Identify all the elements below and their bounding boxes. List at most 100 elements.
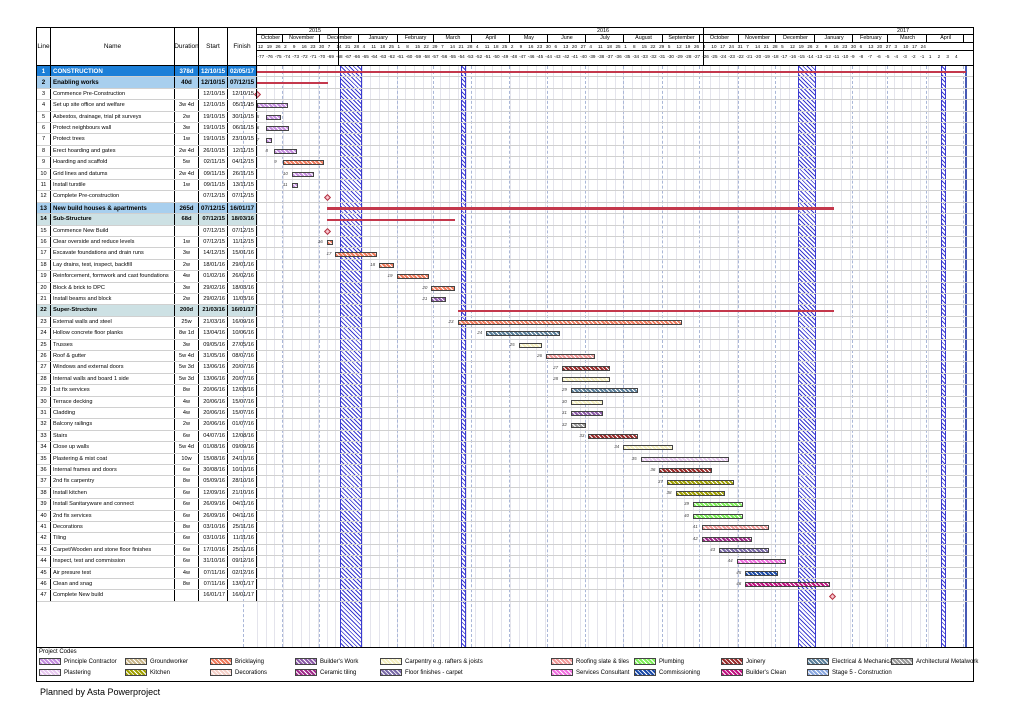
task-row[interactable]: 7 Protect trees 1w 19/10/15 23/10/15 (37, 134, 973, 146)
task-name-cell[interactable]: 2nd fix services (51, 510, 175, 521)
task-row[interactable]: 28 Internal walls and board 1 side 5w 3d 13… (37, 373, 973, 386)
task-name-cell[interactable]: Sub-Structure (51, 214, 175, 225)
task-name-cell[interactable]: Excavate foundations and drain runs (51, 248, 175, 259)
task-row[interactable]: 23 External walls and steel 25w 21/03/16 16/… (37, 316, 973, 329)
task-name-cell[interactable]: Inspect, test and commission (51, 556, 175, 567)
task-row[interactable]: 46 Clean and snag 8w 07/11/16 13/01/17 (37, 579, 973, 591)
col-finish-header[interactable]: Finish (228, 28, 257, 66)
task-row[interactable]: 14 Sub-Structure 68d 07/12/15 18/03/16 (37, 214, 973, 226)
task-row[interactable]: 6 Protect neighbours wall 3w 19/10/15 06/11/… (37, 123, 973, 135)
task-name-cell[interactable]: Install beams and block (51, 294, 175, 305)
task-row[interactable]: 4 Set up site office and welfare 3w 4d 12/1… (37, 100, 973, 112)
task-name-cell[interactable]: Commence Pre-Construction (51, 88, 175, 100)
task-name-cell[interactable]: Commence New Build (51, 225, 175, 236)
task-name-cell[interactable]: Hollow concrete floor planks (51, 328, 175, 339)
task-name-cell[interactable]: Lay drains, test, inspect, backfill (51, 259, 175, 271)
task-row[interactable]: 40 2nd fix services 6w 26/09/16 04/11/16 (37, 510, 973, 522)
task-row[interactable]: 38 Install kitchen 6w 12/09/16 21/10/16 (37, 487, 973, 500)
task-row[interactable]: 31 Cladding 4w 20/06/16 15/07/16 (37, 408, 973, 420)
task-name-cell[interactable]: Erect hoarding and gates (51, 145, 175, 157)
task-row[interactable]: 35 Plastering & mist coat 10w 15/08/16 24/10… (37, 453, 973, 465)
task-name-cell[interactable]: Air presure test (51, 567, 175, 578)
task-name-cell[interactable]: Windows and external doors (51, 362, 175, 373)
task-row[interactable]: 30 Terrace decking 4w 20/06/16 15/07/16 (37, 396, 973, 408)
task-row[interactable]: 19 Reinforcement, formwork and cast found… (37, 271, 973, 283)
task-row[interactable]: 5 Asbestos, drainage, trial pit surveys 2w… (37, 111, 973, 123)
task-name-cell[interactable]: 1st fix services (51, 385, 175, 396)
task-name-cell[interactable]: Install turstile (51, 180, 175, 191)
task-name-cell[interactable]: Reinforcement, formwork and cast foundat… (51, 271, 175, 282)
task-name-cell[interactable]: Hoarding and scaffold (51, 157, 175, 168)
task-name-cell[interactable]: Terrace decking (51, 396, 175, 407)
task-finish-cell: 11/03/16 (228, 294, 257, 305)
task-name-cell[interactable]: Asbestos, drainage, trial pit surveys (51, 111, 175, 122)
task-name-cell[interactable]: Roof & gutter (51, 351, 175, 362)
task-name-cell[interactable]: Set up site office and welfare (51, 100, 175, 111)
task-name-cell[interactable]: Complete Pre-construction (51, 191, 175, 202)
task-name-cell[interactable]: Close up walls (51, 442, 175, 453)
task-name-cell[interactable]: Clear overside and reduce levels (51, 237, 175, 248)
col-name-header[interactable]: Name (51, 28, 175, 66)
task-row[interactable]: 2 Enabling works 40d 12/10/15 07/12/15 (37, 77, 973, 89)
task-row[interactable]: 34 Close up walls 5w 4d 01/08/16 09/09/16 (37, 442, 973, 454)
task-row[interactable]: 26 Roof & gutter 5w 4d 31/05/16 08/07/16 (37, 351, 973, 363)
task-row[interactable]: 37 2nd fix carpentry 8w 05/09/16 28/10/16 (37, 476, 973, 488)
task-row[interactable]: 29 1st fix services 8w 20/06/16 12/08/16 (37, 385, 973, 397)
task-name-cell[interactable]: New build houses & apartments (51, 202, 175, 214)
task-row[interactable]: 12 Complete Pre-construction 07/12/15 07/12… (37, 191, 973, 203)
task-row[interactable]: 1 CONSTRUCTION 378d 12/10/15 02/05/17 (37, 66, 973, 78)
task-row[interactable]: 8 Erect hoarding and gates 2w 4d 26/10/15 12… (37, 145, 973, 158)
task-name-cell[interactable]: Stairs (51, 430, 175, 442)
task-name-cell[interactable]: Install kitchen (51, 487, 175, 499)
task-row[interactable]: 44 Inspect, test and commission 6w 31/10/16… (37, 556, 973, 568)
task-row[interactable]: 43 Carpet/Wooden and stone floor finishes… (37, 544, 973, 557)
task-name-cell[interactable]: Trusses (51, 339, 175, 350)
task-row[interactable]: 15 Commence New Build 07/12/15 07/12/15 (37, 225, 973, 237)
task-name-cell[interactable]: Tiling (51, 533, 175, 544)
task-row[interactable]: 9 Hoarding and scaffold 5w 02/11/15 04/12/15 (37, 157, 973, 169)
task-row[interactable]: 20 Block & brick to DPC 3w 29/02/16 18/03/16 (37, 282, 973, 294)
task-row[interactable]: 16 Clear overside and reduce levels 1w 07/1… (37, 237, 973, 249)
task-row[interactable]: 24 Hollow concrete floor planks 8w 1d 13/04… (37, 328, 973, 340)
task-row[interactable]: 36 Internal frames and doors 6w 30/08/16 10/… (37, 465, 973, 477)
task-row[interactable]: 11 Install turstile 1w 09/11/15 13/11/15 (37, 180, 973, 192)
task-row[interactable]: 3 Commence Pre-Construction 12/10/15 12/10/… (37, 88, 973, 101)
task-name-cell[interactable]: 2nd fix carpentry (51, 476, 175, 487)
col-start-header[interactable]: Start (199, 28, 228, 66)
task-name-cell[interactable]: Decorations (51, 522, 175, 533)
task-name-cell[interactable]: Complete New build (51, 590, 175, 601)
task-row[interactable]: 33 Stairs 6w 04/07/16 12/08/16 (37, 430, 973, 443)
task-row[interactable]: 47 Complete New build 16/01/17 16/01/17 (37, 590, 973, 602)
task-row[interactable]: 21 Install beams and block 2w 29/02/16 11/03… (37, 294, 973, 306)
col-duration-header[interactable]: Duration (174, 28, 199, 66)
task-row[interactable]: 18 Lay drains, test, inspect, backfill 2w 1… (37, 259, 973, 272)
task-row[interactable]: 17 Excavate foundations and drain runs 3w 1… (37, 248, 973, 260)
task-name-cell[interactable]: Install Sanitaryware and connect (51, 499, 175, 510)
task-name-cell[interactable]: CONSTRUCTION (51, 66, 175, 77)
task-name-cell[interactable]: Internal walls and board 1 side (51, 373, 175, 385)
task-name-cell[interactable]: Cladding (51, 408, 175, 419)
task-row[interactable]: 13 New build houses & apartments 265d 07/12… (37, 202, 973, 215)
task-row[interactable]: 22 Super-Structure 200d 21/03/16 16/01/17 (37, 305, 973, 317)
task-row[interactable]: 27 Windows and external doors 5w 3d 13/06/1… (37, 362, 973, 374)
task-name-cell[interactable]: Plastering & mist coat (51, 453, 175, 464)
col-line-header[interactable]: Line (37, 28, 51, 66)
task-name-cell[interactable]: Protect trees (51, 134, 175, 145)
task-name-cell[interactable]: Internal frames and doors (51, 465, 175, 476)
task-row[interactable]: 45 Air presure test 4w 07/11/16 02/12/16 (37, 567, 973, 579)
task-row[interactable]: 32 Balcony railings 2w 20/06/16 01/07/16 (37, 419, 973, 431)
task-name-cell[interactable]: Block & brick to DPC (51, 282, 175, 293)
task-name-cell[interactable]: Balcony railings (51, 419, 175, 430)
task-row[interactable]: 39 Install Sanitaryware and connect 6w 26/0… (37, 499, 973, 511)
task-row[interactable]: 10 Grid lines and datums 2w 4d 09/11/15 26/1… (37, 168, 973, 180)
task-row[interactable]: 41 Decorations 8w 03/10/16 25/11/16 (37, 522, 973, 534)
task-name-cell[interactable]: Carpet/Wooden and stone floor finishes (51, 544, 175, 556)
task-name-cell[interactable]: Clean and snag (51, 579, 175, 590)
task-row[interactable]: 25 Trusses 3w 09/05/16 27/05/16 (37, 339, 973, 351)
task-name-cell[interactable]: External walls and steel (51, 316, 175, 328)
task-name-cell[interactable]: Grid lines and datums (51, 168, 175, 179)
task-name-cell[interactable]: Enabling works (51, 77, 175, 88)
task-row[interactable]: 42 Tiling 6w 03/10/16 11/11/16 (37, 533, 973, 545)
task-name-cell[interactable]: Protect neighbours wall (51, 123, 175, 134)
task-name-cell[interactable]: Super-Structure (51, 305, 175, 316)
